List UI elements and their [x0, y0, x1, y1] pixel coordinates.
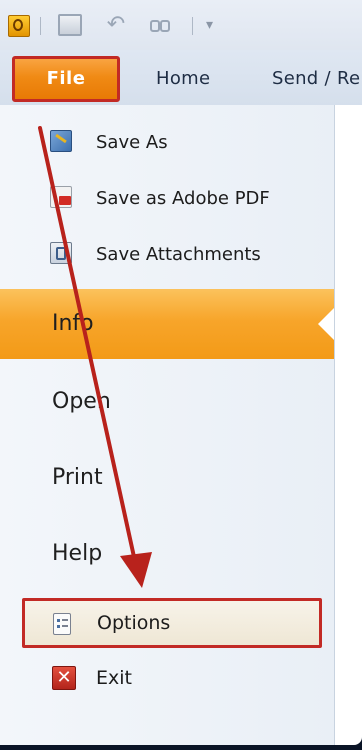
nav-item-info-label: Info [52, 311, 94, 336]
nav-item-open-label: Open [52, 389, 111, 414]
options-icon [53, 613, 71, 635]
save-as-button[interactable]: Save As [0, 122, 334, 162]
save-attachments-button[interactable]: Save Attachments [0, 234, 334, 274]
outlook-window: ↶ ▾ File Home Send / Re Save As Save as … [0, 0, 362, 745]
save-as-pdf-label: Save as Adobe PDF [96, 188, 270, 209]
nav-item-open[interactable]: Open [0, 380, 334, 424]
ribbon-tab-row: File Home Send / Re [0, 50, 362, 105]
pdf-icon [50, 186, 72, 208]
tab-send-receive[interactable]: Send / Re [272, 68, 360, 89]
save-as-pdf-button[interactable]: Save as Adobe PDF [0, 178, 334, 218]
save-as-icon [50, 130, 72, 152]
tab-file[interactable]: File [12, 56, 120, 102]
selection-notch [318, 308, 334, 340]
nav-item-info[interactable]: Info [0, 289, 334, 359]
nav-item-help-label: Help [52, 541, 103, 566]
exit-label: Exit [96, 667, 132, 689]
attachments-icon [50, 242, 72, 264]
nav-item-print-label: Print [52, 465, 103, 490]
window-frame: ↶ ▾ File Home Send / Re Save As Save as … [0, 0, 362, 750]
undo-icon[interactable]: ↶ [104, 14, 128, 36]
toolbar-separator [192, 17, 193, 35]
nav-item-print[interactable]: Print [0, 456, 334, 500]
save-attachments-label: Save Attachments [96, 244, 261, 265]
backstage-content-pane [334, 105, 362, 745]
quick-access-toolbar: ↶ ▾ [0, 0, 362, 50]
exit-button[interactable]: ✕ Exit [0, 660, 334, 700]
save-icon[interactable] [58, 14, 82, 36]
exit-icon: ✕ [52, 666, 76, 690]
outlook-app-icon[interactable] [8, 15, 30, 37]
toolbar-separator [40, 17, 41, 35]
customize-dropdown-icon[interactable]: ▾ [206, 14, 230, 36]
nav-item-help[interactable]: Help [0, 532, 334, 576]
tab-home[interactable]: Home [156, 68, 210, 89]
options-button[interactable]: Options [22, 598, 322, 648]
find-icon[interactable] [148, 14, 172, 36]
save-as-label: Save As [96, 132, 168, 153]
options-label: Options [97, 612, 171, 634]
